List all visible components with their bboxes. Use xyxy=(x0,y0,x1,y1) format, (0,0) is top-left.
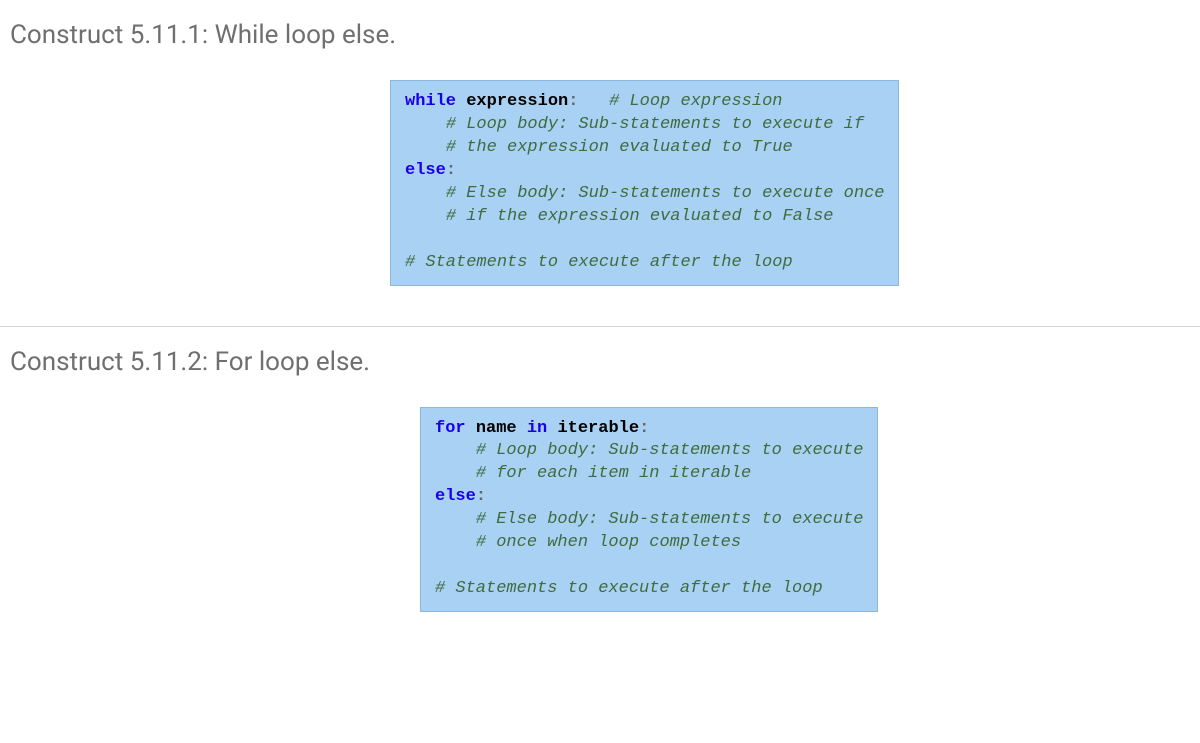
keyword-else: else xyxy=(435,487,476,506)
identifier-name: name xyxy=(476,419,517,438)
code-block-for-else: for name in iterable: # Loop body: Sub-s… xyxy=(420,407,878,613)
comment-line: # Statements to execute after the loop xyxy=(405,253,793,272)
comment-line: # Else body: Sub-statements to execute o… xyxy=(446,184,885,203)
keyword-else: else xyxy=(405,161,446,180)
keyword-in: in xyxy=(527,419,547,438)
comment-line: # if the expression evaluated to False xyxy=(446,207,834,226)
code-block-while-else: while expression: # Loop expression # Lo… xyxy=(390,80,899,286)
construct-heading-1: Construct 5.11.1: While loop else. xyxy=(10,20,1190,50)
identifier-expression: expression xyxy=(466,92,568,111)
punct-colon: : xyxy=(639,419,649,438)
comment-line: # Loop body: Sub-statements to execute i… xyxy=(446,115,864,134)
construct-section-1: Construct 5.11.1: While loop else. while… xyxy=(0,0,1200,326)
punct-colon: : xyxy=(476,487,486,506)
construct-section-2: Construct 5.11.2: For loop else. for nam… xyxy=(0,327,1200,653)
comment-line: # Loop expression xyxy=(609,92,782,111)
keyword-for: for xyxy=(435,419,466,438)
punct-colon: : xyxy=(446,161,456,180)
comment-line: # Else body: Sub-statements to execute xyxy=(476,510,864,529)
keyword-while: while xyxy=(405,92,456,111)
comment-line: # for each item in iterable xyxy=(476,464,751,483)
construct-heading-2: Construct 5.11.2: For loop else. xyxy=(10,347,1190,377)
comment-line: # once when loop completes xyxy=(476,533,741,552)
comment-line: # Statements to execute after the loop xyxy=(435,579,823,598)
identifier-iterable: iterable xyxy=(557,419,639,438)
punct-colon: : xyxy=(568,92,578,111)
comment-line: # Loop body: Sub-statements to execute xyxy=(476,441,864,460)
comment-line: # the expression evaluated to True xyxy=(446,138,793,157)
